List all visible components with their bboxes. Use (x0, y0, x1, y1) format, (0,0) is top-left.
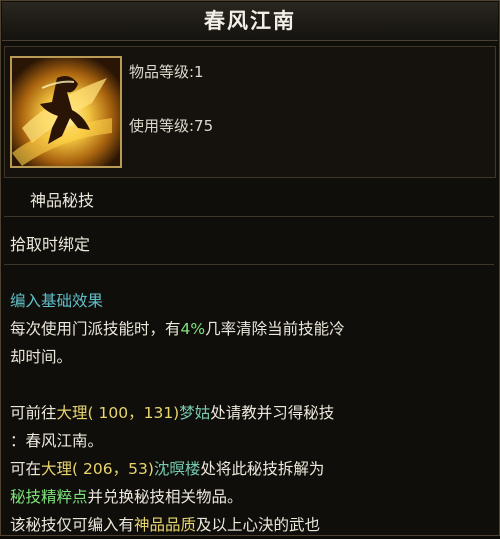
source-line-2: ：春风江南。 (10, 432, 104, 450)
item-description: 编入基础效果 每次使用门派技能时，有4%几率清除当前技能冷 却时间。 可前往大理… (10, 287, 488, 539)
npc-link: 梦姑 (179, 404, 211, 422)
item-header-panel: 物品等级:1 使用等级:75 (4, 46, 496, 178)
source-line-1: 可前往大理( 100，131)梦姑处请教并习得秘技 (10, 404, 335, 422)
effect-heading: 编入基础效果 (10, 292, 104, 310)
item-quality: 神品秘技 (30, 191, 95, 210)
use-level: 使用等级:75 (129, 117, 214, 135)
binding-status: 拾取时绑定 (10, 235, 91, 254)
skill-icon (10, 56, 122, 168)
source-line-3: 可在大理( 206，53)沈暝楼处将此秘技拆解为 (10, 460, 325, 478)
item-level: 物品等级:1 (129, 63, 204, 81)
coord-link: ( 100，131) (87, 404, 180, 422)
item-name: 春风江南 (2, 2, 498, 41)
chance-percent: 4% (180, 320, 206, 338)
npc-link: 沈暝楼 (153, 460, 201, 478)
divider (4, 264, 494, 265)
location-link: 大理 (41, 460, 73, 478)
source-line-4: 秘技精粹点并兑换秘技相关物品。 (10, 488, 243, 506)
source-line-5: 该秘技仅可编入有神品品质及以上心決的武也 (10, 516, 321, 534)
location-link: 大理 (56, 404, 88, 422)
coord-link: ( 206，53) (72, 460, 154, 478)
effect-line-1: 每次使用门派技能时，有4%几率清除当前技能冷 (10, 320, 345, 338)
divider (4, 216, 494, 217)
effect-line-2: 却时间。 (10, 348, 73, 366)
essence-points: 秘技精粹点 (10, 488, 88, 506)
